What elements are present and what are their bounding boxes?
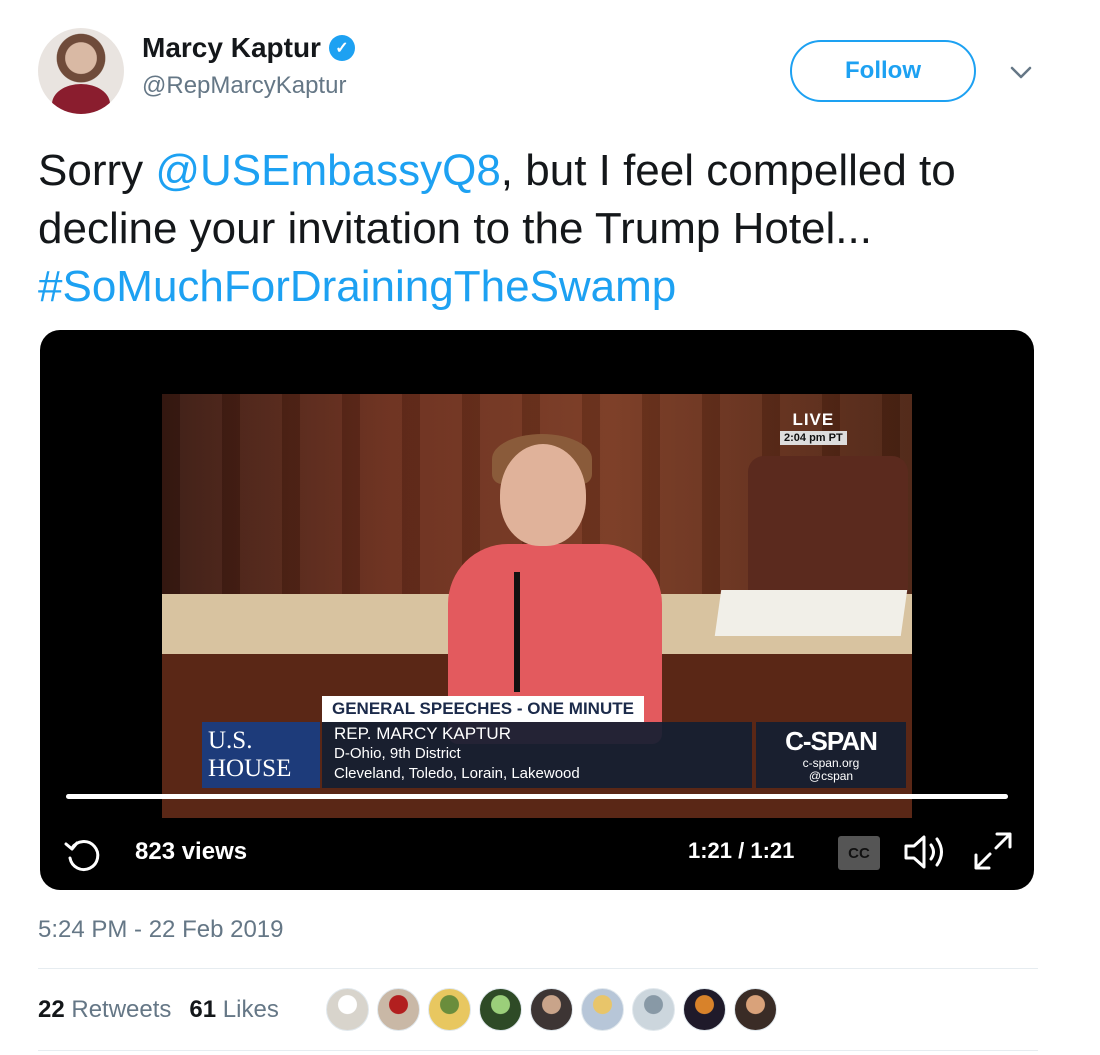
video-speaker-head — [500, 444, 586, 546]
author-display-name[interactable]: Marcy Kaptur — [142, 32, 321, 64]
speech-title: GENERAL SPEECHES - ONE MINUTE — [322, 696, 644, 722]
speaker-name: REP. MARCY KAPTUR — [334, 724, 511, 743]
liker-avatar[interactable] — [530, 988, 573, 1031]
progress-fill — [66, 794, 1008, 799]
likes-stat[interactable]: 61 Likes — [189, 996, 278, 1024]
author-block: Marcy Kaptur ✓ @RepMarcyKaptur — [142, 32, 355, 100]
verified-badge-icon: ✓ — [328, 35, 355, 61]
view-count: 823 views — [135, 838, 248, 865]
video-controls: 823 views 1:21 / 1:21 CC — [40, 820, 1034, 880]
author-name-row[interactable]: Marcy Kaptur ✓ — [142, 32, 355, 64]
cspan-name: C-SPAN — [785, 726, 878, 756]
caption-lower-third: U.S. HOUSE GENERAL SPEECHES - ONE MINUTE… — [202, 696, 906, 788]
retweets-label: Retweets — [71, 996, 172, 1023]
liker-avatar[interactable] — [377, 988, 420, 1031]
speaker-info: REP. MARCY KAPTUR D-Ohio, 9th District C… — [322, 722, 752, 788]
cspan-handle: @cspan — [808, 769, 854, 783]
cc-icon[interactable]: CC — [838, 836, 880, 870]
avatar[interactable] — [38, 28, 124, 114]
chevron-down-icon[interactable] — [1006, 58, 1036, 88]
liker-avatar[interactable] — [479, 988, 522, 1031]
cspan-logo: C-SPAN c-span.org @cspan — [756, 722, 906, 788]
likes-count: 61 — [189, 996, 217, 1023]
liker-avatar[interactable] — [632, 988, 675, 1031]
tweet-text: Sorry @USEmbassyQ8, but I feel compelled… — [38, 142, 1038, 316]
tweet-text-part: Sorry — [38, 146, 156, 195]
speaker-cities: Cleveland, Toledo, Lorain, Lakewood — [334, 765, 580, 782]
live-label: LIVE — [792, 410, 835, 429]
likes-label: Likes — [222, 996, 279, 1023]
video-frame[interactable]: LIVE 2:04 pm PT U.S. HOUSE GENERAL SPEEC… — [162, 394, 912, 818]
divider — [38, 1050, 1038, 1051]
video-papers — [714, 590, 908, 636]
liker-avatars — [326, 988, 777, 1031]
tweet-stats: 22 Retweets 61 Likes — [38, 996, 279, 1024]
follow-button[interactable]: Follow — [790, 40, 976, 102]
speaker-district: D-Ohio, 9th District — [334, 745, 461, 762]
tweet-timestamp[interactable]: 5:24 PM - 22 Feb 2019 — [38, 916, 283, 944]
video-time: 1:21 / 1:21 — [688, 838, 795, 863]
tweet-header: Marcy Kaptur ✓ @RepMarcyKaptur Follow — [38, 28, 1038, 118]
volume-icon[interactable] — [902, 832, 950, 872]
video-player[interactable]: LIVE 2:04 pm PT U.S. HOUSE GENERAL SPEEC… — [40, 330, 1034, 890]
author-handle[interactable]: @RepMarcyKaptur — [142, 72, 355, 100]
live-time: 2:04 pm PT — [780, 431, 847, 445]
liker-avatar[interactable] — [428, 988, 471, 1031]
retweets-stat[interactable]: 22 Retweets — [38, 996, 171, 1024]
replay-icon[interactable] — [62, 834, 104, 876]
live-badge: LIVE 2:04 pm PT — [780, 410, 847, 445]
progress-bar[interactable] — [66, 794, 1008, 799]
liker-avatar[interactable] — [734, 988, 777, 1031]
divider — [38, 968, 1038, 969]
liker-avatar[interactable] — [683, 988, 726, 1031]
house-logo: U.S. HOUSE — [202, 722, 320, 788]
hashtag-link[interactable]: #SoMuchForDrainingTheSwamp — [38, 262, 676, 311]
retweets-count: 22 — [38, 996, 65, 1023]
mention-link[interactable]: @USEmbassyQ8 — [155, 146, 500, 195]
liker-avatar[interactable] — [326, 988, 369, 1031]
expand-icon[interactable] — [970, 828, 1016, 874]
video-microphone — [514, 572, 520, 692]
liker-avatar[interactable] — [581, 988, 624, 1031]
